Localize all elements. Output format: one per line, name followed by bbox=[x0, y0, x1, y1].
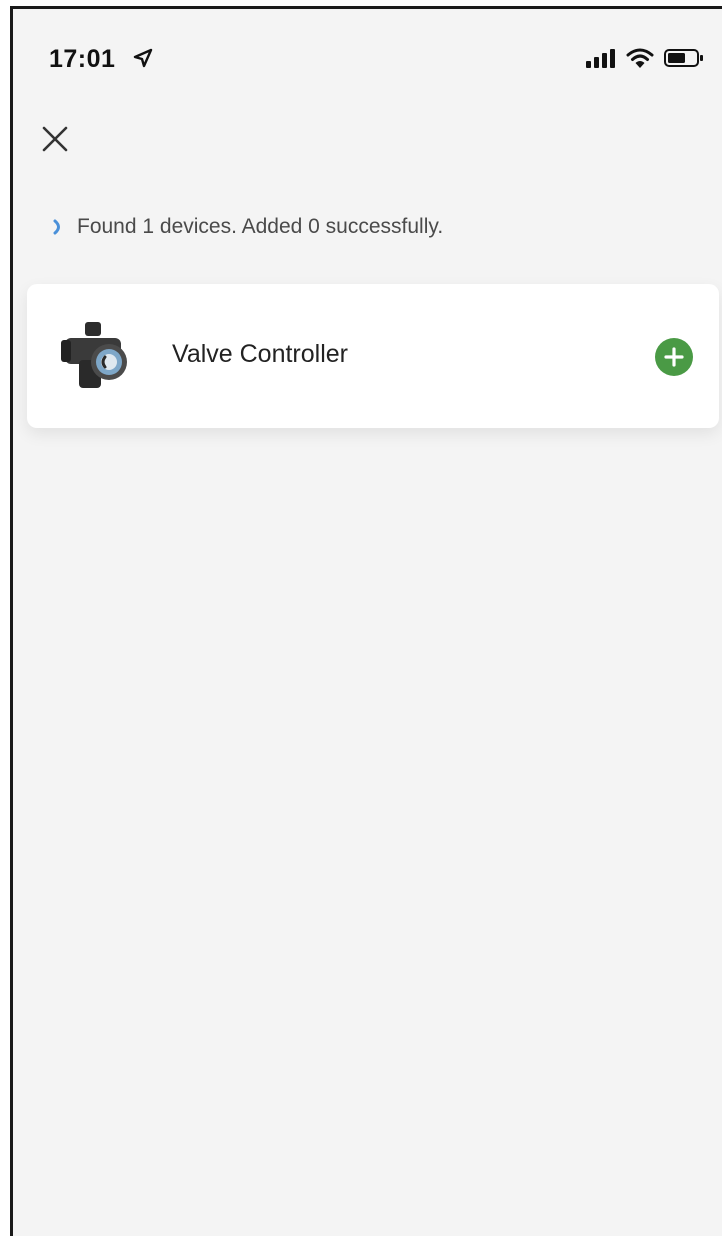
close-icon bbox=[42, 126, 68, 152]
status-icons bbox=[586, 45, 704, 71]
cellular-signal-icon bbox=[586, 49, 615, 68]
device-name: Valve Controller bbox=[172, 340, 349, 368]
wifi-icon bbox=[626, 48, 654, 68]
scan-status-text: Found 1 devices. Added 0 successfully. bbox=[77, 215, 444, 238]
device-card-valve-controller[interactable]: Valve Controller bbox=[27, 284, 719, 428]
phone-screen: 17:01 Found 1 devices. Added 0 successfu… bbox=[10, 6, 722, 1236]
close-button[interactable] bbox=[35, 119, 75, 159]
status-bar: 17:01 bbox=[13, 9, 722, 104]
loading-spinner-icon bbox=[53, 219, 60, 235]
valve-controller-image bbox=[61, 322, 127, 388]
status-time: 17:01 bbox=[49, 45, 116, 73]
add-circle-icon bbox=[664, 347, 684, 367]
location-arrow-icon bbox=[133, 48, 153, 68]
scan-progress: Found 1 devices. Added 0 successfully. bbox=[51, 209, 443, 245]
battery-icon bbox=[664, 49, 703, 67]
add-device-button[interactable] bbox=[655, 338, 693, 376]
